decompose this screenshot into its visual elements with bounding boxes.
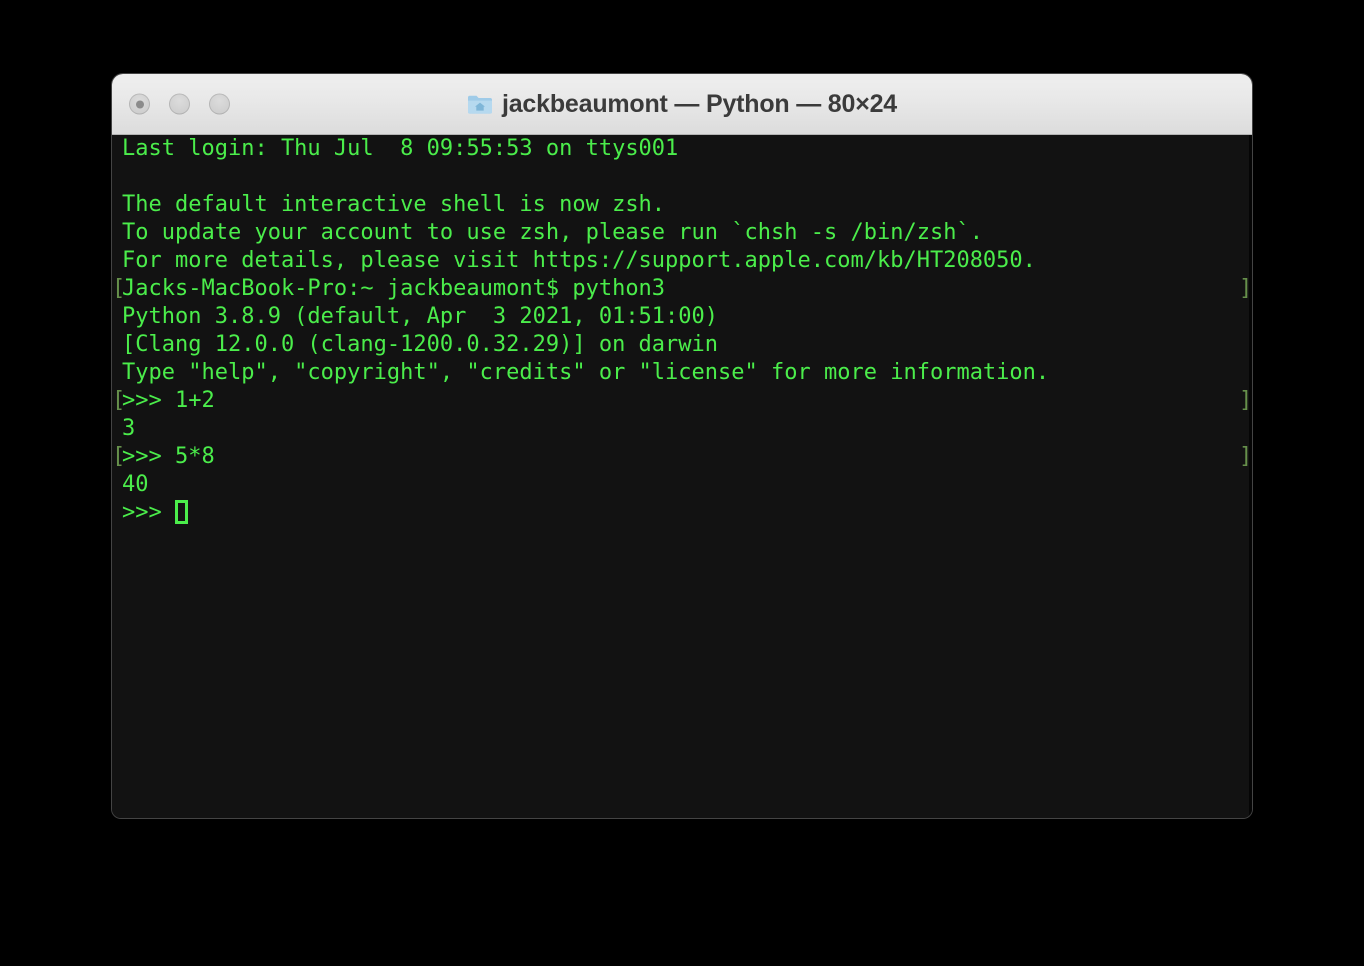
terminal-line: [] >>> 1+2 — [112, 387, 1252, 415]
terminal-line-text: Jacks-MacBook-Pro:~ jackbeaumont$ python… — [122, 276, 666, 301]
window-title-group: jackbeaumont — Python — 80×24 — [467, 90, 897, 119]
terminal-body[interactable]: Last login: Thu Jul 8 09:55:53 on ttys00… — [112, 135, 1252, 818]
terminal-line-text: The default interactive shell is now zsh… — [122, 192, 666, 217]
minimize-button-dot — [176, 100, 184, 108]
terminal-line: Last login: Thu Jul 8 09:55:53 on ttys00… — [112, 135, 1252, 163]
terminal-line-text: For more details, please visit https://s… — [122, 248, 1036, 273]
terminal-window[interactable]: jackbeaumont — Python — 80×24 Last login… — [112, 74, 1252, 818]
window-title-bar[interactable]: jackbeaumont — Python — 80×24 — [112, 74, 1252, 135]
home-folder-icon — [467, 95, 492, 114]
terminal-line-text: Last login: Thu Jul 8 09:55:53 on ttys00… — [122, 136, 679, 161]
terminal-line-text: >>> 5*8 — [122, 444, 215, 469]
prompt-mark-open: [ — [112, 388, 126, 413]
window-title-text: jackbeaumont — Python — 80×24 — [501, 89, 898, 118]
prompt-mark-close: ] — [1239, 388, 1252, 413]
terminal-line: The default interactive shell is now zsh… — [112, 191, 1252, 219]
terminal-line-text: [Clang 12.0.0 (clang-1200.0.32.29)] on d… — [122, 332, 719, 357]
terminal-line-text: To update your account to use zsh, pleas… — [122, 220, 983, 245]
terminal-line: [] Jacks-MacBook-Pro:~ jackbeaumont$ pyth… — [112, 275, 1252, 303]
terminal-line: 40 — [112, 471, 1252, 499]
close-button[interactable] — [129, 93, 150, 115]
terminal-line: Python 3.8.9 (default, Apr 3 2021, 01:51… — [112, 303, 1252, 331]
terminal-line-text: >>> 1+2 — [122, 388, 215, 413]
terminal-line: For more details, please visit https://s… — [112, 247, 1252, 275]
terminal-line: 3 — [112, 415, 1252, 443]
terminal-line: [] >>> 5*8 — [112, 443, 1252, 471]
prompt-mark-open: [ — [112, 444, 126, 469]
minimize-button[interactable] — [169, 93, 190, 115]
zoom-button-dot — [216, 100, 224, 108]
terminal-line: >>> — [112, 499, 1252, 527]
prompt-mark-close: ] — [1239, 276, 1252, 301]
terminal-line: Type "help", "copyright", "credits" or "… — [112, 359, 1252, 387]
terminal-screen[interactable]: Last login: Thu Jul 8 09:55:53 on ttys00… — [112, 135, 1252, 527]
terminal-line-text: 40 — [122, 472, 149, 497]
terminal-line-text: 3 — [122, 416, 136, 441]
close-button-dot — [135, 100, 144, 108]
text-cursor — [174, 500, 188, 524]
terminal-line: [Clang 12.0.0 (clang-1200.0.32.29)] on d… — [112, 331, 1252, 359]
window-controls[interactable] — [129, 93, 230, 115]
prompt-mark-close: ] — [1239, 444, 1252, 469]
terminal-line: To update your account to use zsh, pleas… — [112, 219, 1252, 247]
terminal-line-text: Type "help", "copyright", "credits" or "… — [122, 360, 1050, 385]
zoom-button[interactable] — [209, 93, 230, 115]
terminal-line-text: >>> — [122, 500, 175, 525]
prompt-mark-open: [ — [112, 276, 126, 301]
terminal-line-text: Python 3.8.9 (default, Apr 3 2021, 01:51… — [122, 304, 719, 329]
